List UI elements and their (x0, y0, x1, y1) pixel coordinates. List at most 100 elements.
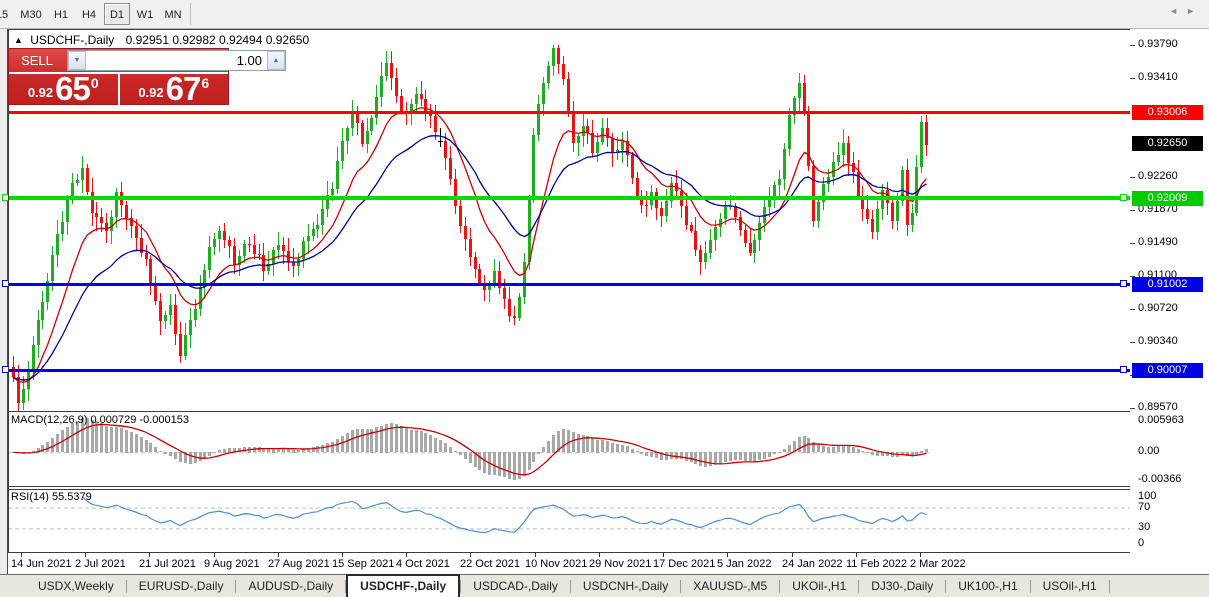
tab-scroll-arrows: ◄► (1169, 6, 1203, 16)
tab-scroll-right-icon[interactable]: ► (1186, 6, 1203, 16)
timeframe-button-h4[interactable]: H4 (76, 3, 102, 25)
chart-tab-xauusd-m5[interactable]: XAUUSD-,M5 (681, 576, 779, 597)
date-label: 17 Dec 2021 (653, 558, 716, 570)
date-tick (727, 553, 728, 557)
date-tick (663, 553, 664, 557)
timeframe-button-h1[interactable]: H1 (48, 3, 74, 25)
macd-values: 0.000729 -0.000153 (90, 414, 189, 426)
chart-tab-usoil-h1[interactable]: USOil-,H1 (1031, 576, 1109, 597)
volume-input[interactable] (86, 51, 267, 70)
price-tick (1130, 78, 1135, 79)
window-left-edge (0, 29, 8, 574)
chart-tab-usdchf-daily[interactable]: USDCHF-,Daily (346, 574, 461, 597)
timeframe-button-15[interactable]: 15 (0, 3, 12, 25)
date-tick (214, 553, 215, 557)
hline-resistance[interactable] (8, 111, 1130, 114)
date-tick (149, 553, 150, 557)
rsi-pane-separator-b[interactable] (8, 489, 1209, 490)
tab-separator (1108, 580, 1110, 593)
macd-pane-separator[interactable] (8, 411, 1209, 412)
sell-button[interactable]: SELL (9, 49, 65, 72)
rsi-value: 55.5379 (51, 491, 92, 503)
chart-tab-usdx-weekly[interactable]: USDX,Weekly (26, 576, 126, 597)
date-label: 15 Sep 2021 (332, 558, 395, 570)
date-tick (406, 553, 407, 557)
price-tick (1130, 309, 1135, 310)
volume-increase-icon[interactable]: ▲ (267, 51, 285, 70)
sell-price-pip: 0 (90, 75, 99, 91)
date-label: 22 Oct 2021 (460, 558, 520, 570)
price-tick-label: 0.93790 (1138, 38, 1178, 50)
date-label: 10 Nov 2021 (525, 558, 588, 570)
macd-scale-max: 0.005963 (1138, 414, 1184, 426)
price-tick-label: 0.92260 (1138, 170, 1178, 182)
date-tick (535, 553, 536, 557)
symbol-period-label: USDCHF-,Daily (30, 33, 115, 47)
chart-tab-dj30-daily[interactable]: DJ30-,Daily (859, 576, 945, 597)
rsi-pane-separator-a[interactable] (8, 486, 1209, 487)
chart-header: ▲ USDCHF-,Daily 0.92951 0.92982 0.92494 … (14, 33, 309, 47)
chart-tab-ukoil-h1[interactable]: UKOil-,H1 (780, 576, 858, 597)
price-tick-label: 0.91490 (1138, 236, 1178, 248)
frame-left-border (8, 30, 9, 574)
hline-support-blue-2-right-handle[interactable] (1120, 366, 1127, 373)
chart-tab-usdcnh-daily[interactable]: USDCNH-,Daily (571, 576, 680, 597)
buy-price-tile[interactable]: 0.92 67 6 (120, 72, 229, 106)
date-tick (470, 553, 471, 557)
price-badge-0.93006: 0.93006 (1132, 105, 1203, 120)
date-tick (85, 553, 86, 557)
date-label: 2 Jul 2021 (75, 558, 126, 570)
mt4-terminal: 15M30H1H4D1W1MN ▲ USDCHF-,Daily 0.92951 … (0, 0, 1209, 597)
date-label: 2 Mar 2022 (910, 558, 966, 570)
date-label: 9 Aug 2021 (204, 558, 260, 570)
hline-support-blue-1[interactable] (8, 283, 1130, 286)
volume-stepper: ▼ ▲ (67, 50, 286, 71)
date-tick (599, 553, 600, 557)
hline-support-blue-2[interactable] (8, 369, 1130, 372)
buy-price-pip: 6 (201, 75, 210, 91)
collapse-panel-icon[interactable]: ▲ (14, 35, 23, 45)
ohlc-quote: 0.92951 0.92982 0.92494 0.92650 (125, 33, 310, 47)
date-tick (792, 553, 793, 557)
chart-tab-uk100-h1[interactable]: UK100-,H1 (946, 576, 1029, 597)
price-tick (1130, 210, 1135, 211)
volume-decrease-icon[interactable]: ▼ (68, 51, 86, 70)
tab-scroll-left-icon[interactable]: ◄ (1169, 6, 1186, 16)
price-tick-label: 0.90340 (1138, 335, 1178, 347)
sell-price-main: 65 (55, 70, 91, 107)
date-tick (278, 553, 279, 557)
chart-tab-audusd-daily[interactable]: AUDUSD-,Daily (236, 576, 345, 597)
price-badge-0.92650: 0.92650 (1132, 136, 1203, 151)
date-label: 14 Jun 2021 (11, 558, 72, 570)
timeframe-button-w1[interactable]: W1 (132, 3, 158, 25)
buy-button[interactable]: BUY (288, 49, 344, 72)
date-tick (21, 553, 22, 557)
date-tick (342, 553, 343, 557)
date-tick (856, 553, 857, 557)
date-label: 11 Feb 2022 (846, 558, 907, 570)
timeframe-toolbar: 15M30H1H4D1W1MN (0, 0, 1209, 29)
date-label: 24 Jan 2022 (782, 558, 843, 570)
hline-support-blue-1-right-handle[interactable] (1120, 280, 1127, 287)
rsi-scale-0: 0 (1138, 537, 1145, 549)
timeframe-button-mn[interactable]: MN (160, 3, 186, 25)
chart-tab-usdcad-daily[interactable]: USDCAD-,Daily (461, 576, 570, 597)
price-tick (1130, 45, 1135, 46)
hline-support-green[interactable] (8, 196, 1130, 200)
price-badge-0.90007: 0.90007 (1132, 363, 1203, 378)
date-label: 4 Oct 2021 (396, 558, 450, 570)
rsi-indicator-canvas[interactable] (8, 490, 1130, 552)
date-label: 5 Jan 2022 (717, 558, 772, 570)
date-tick (920, 553, 921, 557)
price-tick (1130, 243, 1135, 244)
price-axis: 0.93790 0.93410 0.92260 0.91870 0.91490 0.911… (1130, 29, 1209, 574)
price-badge-0.92009: 0.92009 (1132, 191, 1203, 206)
hline-support-green-right-handle[interactable] (1120, 194, 1127, 201)
one-click-trading-panel: SELL ▼ ▲ BUY 0.92 65 0 0.92 67 6 (8, 48, 329, 107)
chart-tab-eurusd-daily[interactable]: EURUSD-,Daily (127, 576, 236, 597)
sell-price-tile[interactable]: 0.92 65 0 (9, 70, 120, 107)
price-tick-label: 0.93410 (1138, 71, 1178, 83)
timeframe-button-m30[interactable]: M30 (16, 3, 46, 25)
timeframe-button-d1[interactable]: D1 (104, 3, 130, 25)
macd-label: MACD(12,26,9) 0.000729 -0.000153 (11, 414, 189, 426)
